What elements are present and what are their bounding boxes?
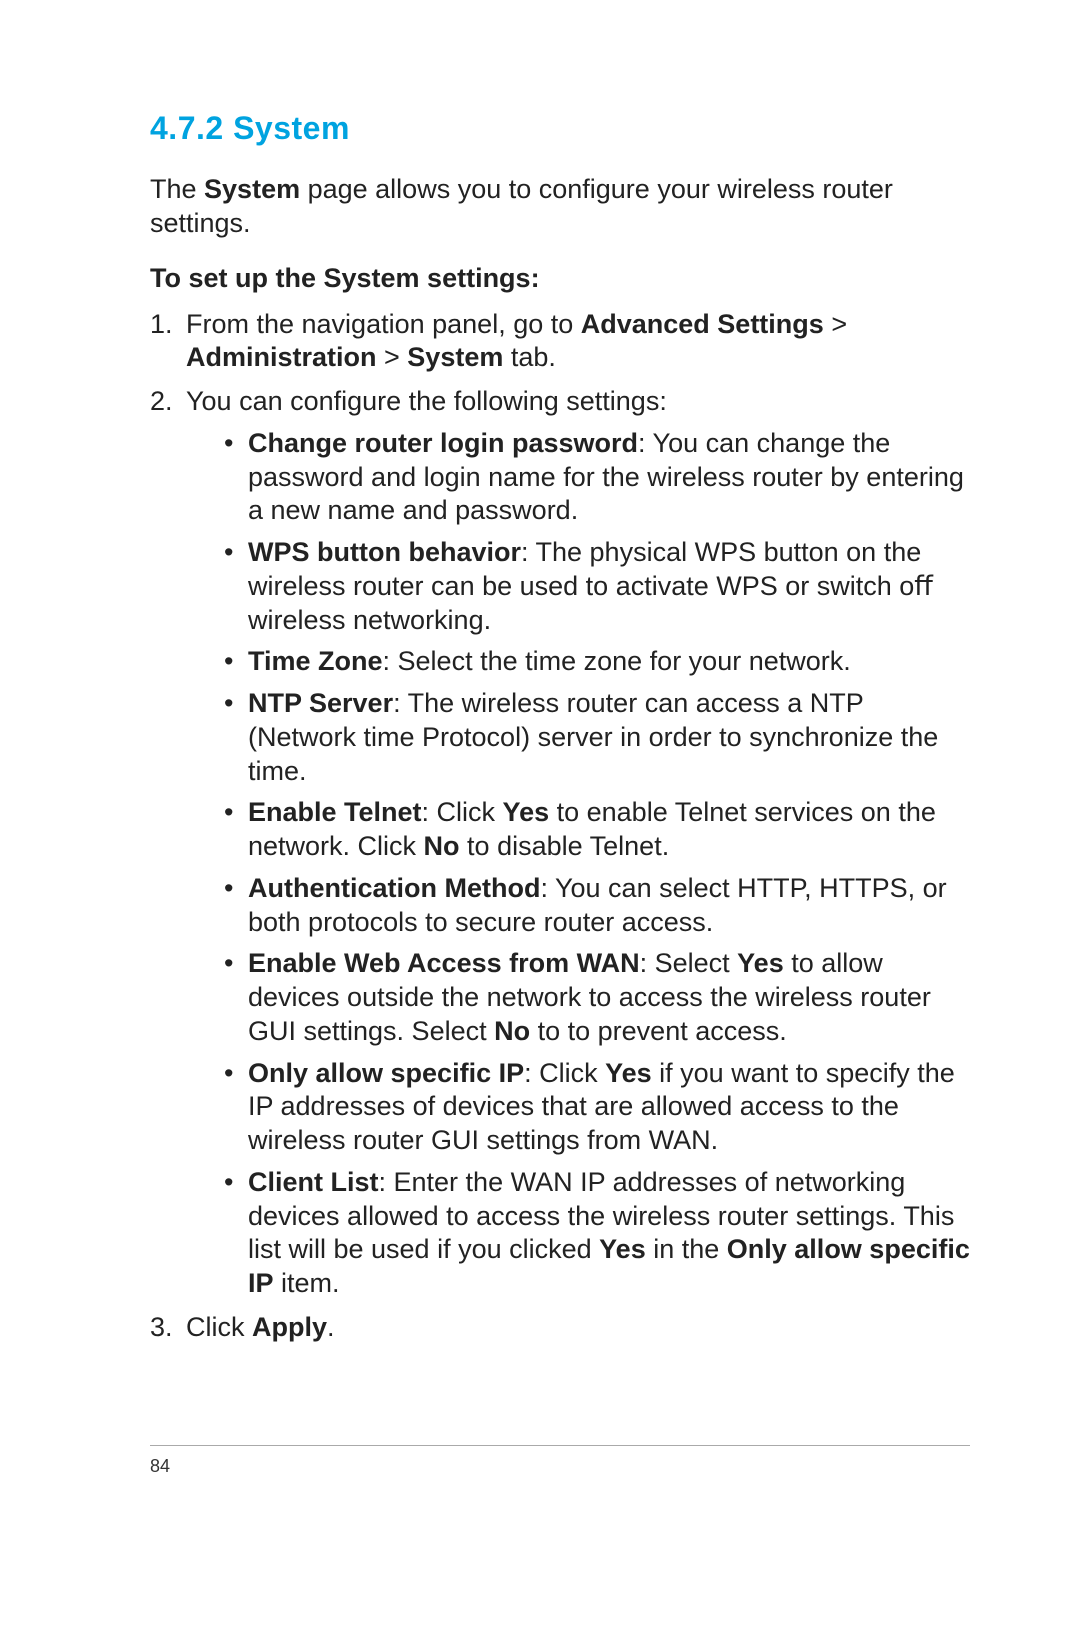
text: tab. (503, 342, 556, 372)
text: The (150, 174, 204, 204)
text: You can conﬁgure the following settings: (186, 386, 667, 416)
manual-page: 4.7.2 System The System page allows you … (0, 0, 1080, 1627)
text: : Click (422, 797, 503, 827)
text-bold: NTP Server (248, 688, 393, 718)
text-bold: No (424, 831, 460, 861)
text: : Select (640, 948, 738, 978)
intro-paragraph: The System page allows you to conﬁgure y… (150, 173, 970, 241)
text: > (377, 342, 408, 372)
text: Click (186, 1312, 252, 1342)
list-item: Change router login password: You can ch… (224, 427, 970, 528)
text-bold: System (407, 342, 503, 372)
text: . (327, 1312, 335, 1342)
text-bold: Yes (503, 797, 550, 827)
text: to to prevent access. (530, 1016, 787, 1046)
list-item: NTP Server: The wireless router can acce… (224, 687, 970, 788)
page-number: 84 (150, 1456, 170, 1476)
text-bold: Yes (737, 948, 784, 978)
text-bold: System (204, 174, 300, 204)
text: in the (646, 1234, 727, 1264)
text: : Select the time zone for your network. (383, 646, 851, 676)
text: > (824, 309, 847, 339)
text: : Click (524, 1058, 605, 1088)
procedure-heading: To set up the System settings: (150, 263, 970, 294)
text-bold: Enable Telnet (248, 797, 422, 827)
text-bold: Enable Web Access from WAN (248, 948, 640, 978)
settings-list: Change router login password: You can ch… (224, 427, 970, 1301)
text-bold: Apply (252, 1312, 327, 1342)
list-item: Enable Telnet: Click Yes to enable Telne… (224, 796, 970, 864)
text: to disable Telnet. (460, 831, 670, 861)
text-bold: Yes (605, 1058, 652, 1088)
list-item: Enable Web Access from WAN: Select Yes t… (224, 947, 970, 1048)
text-bold: Yes (599, 1234, 646, 1264)
text-bold: Advanced Settings (581, 309, 824, 339)
list-item: Only allow speciﬁc IP: Click Yes if you … (224, 1057, 970, 1158)
text-bold: Authentication Method (248, 873, 540, 903)
list-item: Time Zone: Select the time zone for your… (224, 645, 970, 679)
text: From the navigation panel, go to (186, 309, 581, 339)
step-item: You can conﬁgure the following settings:… (150, 385, 970, 1301)
text-bold: Change router login password (248, 428, 638, 458)
text-bold: No (494, 1016, 530, 1046)
step-item: From the navigation panel, go to Advance… (150, 308, 970, 376)
page-footer: 84 (150, 1445, 970, 1477)
text-bold: Client List (248, 1167, 379, 1197)
list-item: Client List: Enter the WAN IP addresses … (224, 1166, 970, 1301)
text-bold: Administration (186, 342, 377, 372)
list-item: Authentication Method: You can select HT… (224, 872, 970, 940)
text: item. (274, 1268, 340, 1298)
list-item: WPS button behavior: The physical WPS bu… (224, 536, 970, 637)
text-bold: Time Zone (248, 646, 383, 676)
steps-list: From the navigation panel, go to Advance… (150, 308, 970, 1345)
section-heading: 4.7.2 System (150, 110, 970, 147)
text-bold: WPS button behavior (248, 537, 521, 567)
step-item: Click Apply. (150, 1311, 970, 1345)
text-bold: Only allow speciﬁc IP (248, 1058, 524, 1088)
